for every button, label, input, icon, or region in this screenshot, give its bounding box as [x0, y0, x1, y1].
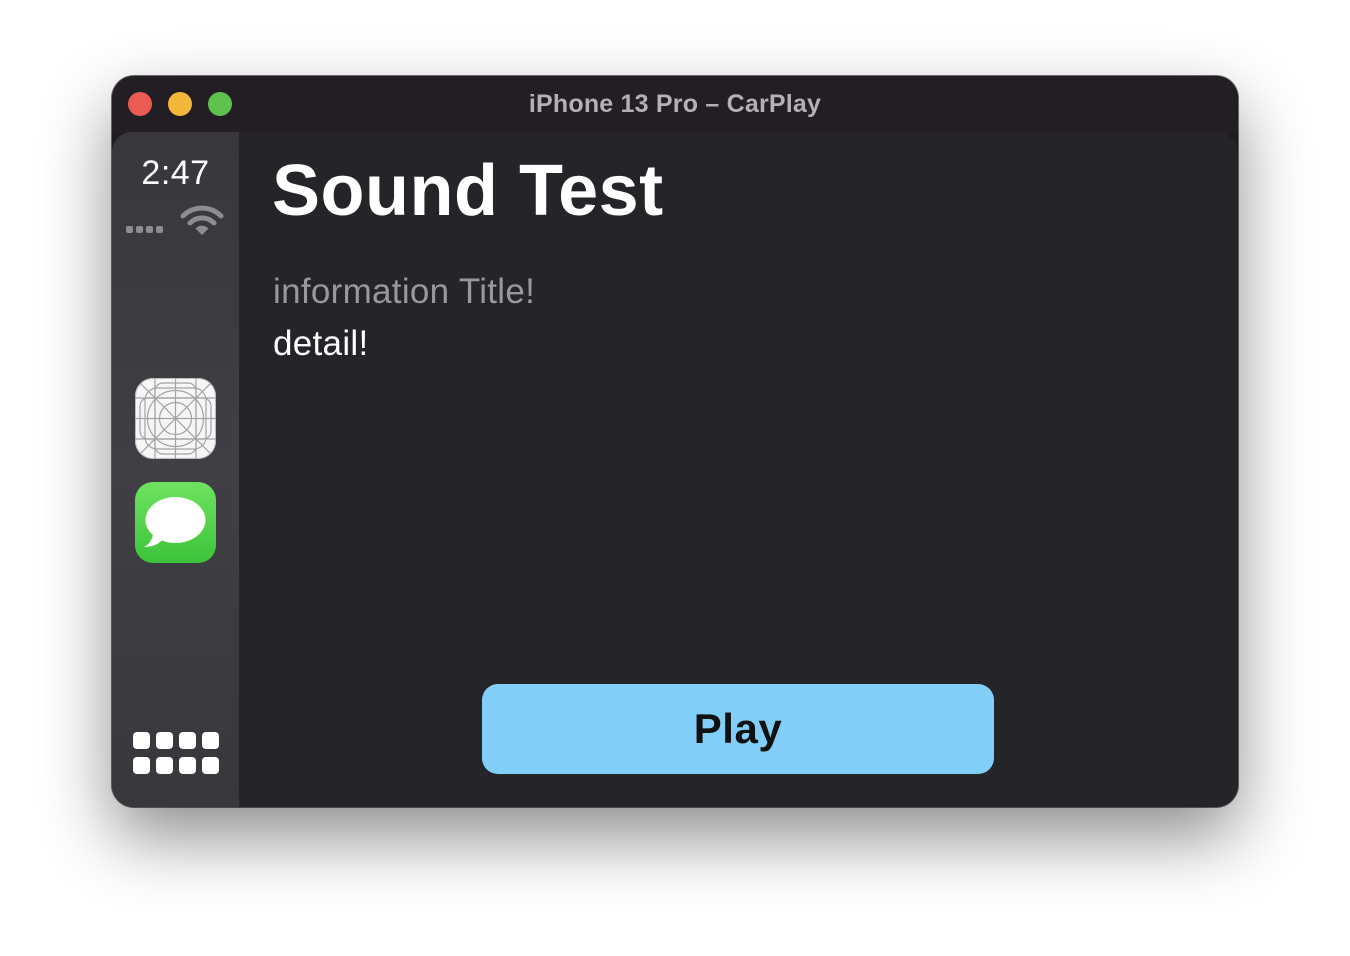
app-template-icon	[135, 378, 216, 459]
wifi-icon	[180, 205, 224, 235]
placeholder-app-icon[interactable]	[135, 378, 216, 459]
carplay-sidebar: 2:47	[112, 132, 239, 807]
window-title: iPhone 13 Pro – CarPlay	[528, 90, 822, 118]
carplay-screen: 2:47 Sound Test information Title! detai…	[112, 132, 1238, 807]
messages-app-icon[interactable]	[135, 482, 216, 563]
window-titlebar[interactable]: iPhone 13 Pro – CarPlay	[112, 76, 1238, 132]
app-grid-icon[interactable]	[133, 732, 221, 778]
status-time: 2:47	[141, 154, 210, 192]
cellular-signal-icon	[126, 226, 163, 233]
simulator-window: iPhone 13 Pro – CarPlay 2:47 Sound Test …	[112, 76, 1238, 807]
speech-bubble-icon	[144, 497, 206, 547]
information-title: information Title!	[273, 272, 536, 311]
page-title: Sound Test	[272, 151, 664, 231]
information-detail: detail!	[273, 324, 369, 363]
play-button[interactable]: Play	[482, 684, 994, 774]
